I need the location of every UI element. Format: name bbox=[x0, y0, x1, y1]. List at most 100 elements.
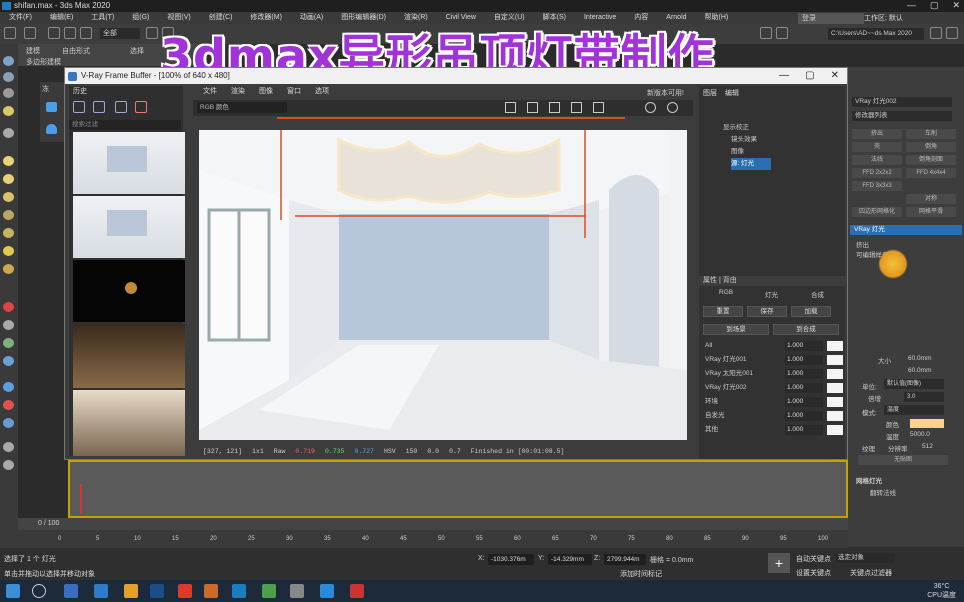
time-slider[interactable]: 0 / 100 bbox=[18, 518, 848, 530]
vfb-close-icon[interactable]: ✕ bbox=[831, 68, 839, 84]
compare-icon[interactable] bbox=[593, 102, 604, 113]
key-filters-button[interactable]: 关键点过滤器 bbox=[850, 568, 892, 578]
auto-key-button[interactable]: 自动关键点 bbox=[796, 554, 831, 564]
link-icon[interactable] bbox=[48, 27, 60, 39]
app-icon-red-2[interactable] bbox=[350, 584, 364, 598]
torus-icon[interactable] bbox=[3, 192, 14, 202]
mode-dropdown[interactable]: 温度 bbox=[884, 405, 944, 415]
mod-btn[interactable]: 倒角 bbox=[906, 142, 956, 152]
render-setup-icon[interactable] bbox=[930, 27, 942, 39]
load-button[interactable]: 加载 bbox=[791, 306, 831, 317]
layer-tree-item[interactable]: 图像 bbox=[731, 146, 867, 158]
undo-icon[interactable] bbox=[4, 27, 16, 39]
load-history-icon[interactable] bbox=[93, 101, 105, 113]
save-button[interactable]: 保存 bbox=[747, 306, 787, 317]
user-login-dropdown[interactable]: 登录 bbox=[798, 13, 864, 24]
ribbon-tab-freeform[interactable]: 自由形式 bbox=[62, 46, 90, 56]
render-teapot-icon[interactable] bbox=[645, 102, 656, 113]
light-mix-value[interactable]: 1.000 bbox=[785, 411, 823, 421]
globe-icon[interactable] bbox=[3, 382, 14, 392]
set-key-button[interactable]: 设置关键点 bbox=[796, 568, 831, 578]
history-thumbnail-3[interactable] bbox=[73, 260, 185, 322]
menu-edit[interactable]: 编辑(E) bbox=[41, 12, 82, 24]
render-icon[interactable] bbox=[946, 27, 958, 39]
create-icon[interactable] bbox=[3, 56, 14, 66]
systems-icon[interactable] bbox=[3, 356, 14, 366]
tab-layers[interactable]: 图层 bbox=[703, 88, 717, 98]
material-icon[interactable] bbox=[3, 400, 14, 410]
cylinder-icon[interactable] bbox=[3, 174, 14, 184]
box-icon[interactable] bbox=[3, 156, 14, 166]
multiplier-value[interactable]: 3.0 bbox=[904, 392, 944, 402]
vfb-menu-options[interactable]: 选项 bbox=[315, 86, 329, 98]
menu-tools[interactable]: 工具(T) bbox=[82, 12, 123, 24]
app-icon-blue[interactable] bbox=[320, 584, 334, 598]
interactive-render-icon[interactable] bbox=[667, 102, 678, 113]
particle-icon[interactable] bbox=[3, 302, 14, 312]
to-scene-button[interactable]: 到场景 bbox=[703, 324, 769, 335]
app-icon-red[interactable] bbox=[178, 584, 192, 598]
paint-icon[interactable] bbox=[3, 418, 14, 428]
light-mix-value[interactable]: 1.000 bbox=[785, 383, 823, 393]
edge-icon[interactable] bbox=[94, 584, 108, 598]
explorer-icon[interactable] bbox=[124, 584, 138, 598]
save-history-icon[interactable] bbox=[73, 101, 85, 113]
redo-icon[interactable] bbox=[24, 27, 36, 39]
light-mix-value[interactable]: 1.000 bbox=[785, 397, 823, 407]
light-icon[interactable] bbox=[3, 106, 14, 116]
mod-btn[interactable]: 四边形网格化 bbox=[852, 207, 902, 217]
zoom-ratio[interactable]: 1x1 bbox=[252, 446, 264, 458]
layer-tree-item[interactable]: 镜头效果 bbox=[731, 134, 867, 146]
app-icon-orange[interactable] bbox=[204, 584, 218, 598]
light-color-swatch[interactable] bbox=[910, 419, 944, 428]
compare-history-icon[interactable] bbox=[115, 101, 127, 113]
object-name-field[interactable]: VRay 灯光002 bbox=[852, 97, 952, 107]
light-mix-color[interactable] bbox=[827, 355, 843, 365]
task-view-icon[interactable] bbox=[64, 584, 78, 598]
mode-composite[interactable]: 合成 bbox=[811, 289, 824, 299]
temperature-value[interactable]: 5000.0 bbox=[910, 431, 930, 438]
mod-btn[interactable]: FFD 2x2x2 bbox=[852, 168, 902, 178]
key-filter-dropdown[interactable]: 选定对象 bbox=[836, 553, 894, 563]
vfb-minimize-icon[interactable]: — bbox=[779, 68, 789, 84]
app-icon-gray[interactable] bbox=[290, 584, 304, 598]
resolution-value[interactable]: 512 bbox=[922, 443, 933, 450]
sphere-icon[interactable] bbox=[3, 264, 14, 274]
update-available-link[interactable]: 新版本可用! bbox=[647, 88, 684, 98]
filter-icon[interactable] bbox=[46, 102, 57, 112]
help-icon[interactable] bbox=[3, 460, 14, 470]
vfb-maximize-icon[interactable]: ▢ bbox=[805, 68, 814, 84]
delete-history-icon[interactable] bbox=[135, 101, 147, 113]
sun-icon[interactable] bbox=[3, 246, 14, 256]
no-map-button[interactable]: 无贴图 bbox=[858, 455, 948, 465]
workspace-selector[interactable]: 工作区: 默认 bbox=[864, 13, 960, 24]
save-image-icon[interactable] bbox=[505, 102, 516, 113]
minimize-icon[interactable]: — bbox=[907, 0, 916, 12]
history-thumbnail-5[interactable] bbox=[73, 390, 185, 456]
flip-normals-option[interactable]: 翻转法线 bbox=[870, 487, 896, 497]
windows-start-icon[interactable] bbox=[6, 584, 20, 598]
size-value-2[interactable]: 60.0mm bbox=[908, 367, 931, 374]
track-mouse-icon[interactable] bbox=[571, 102, 582, 113]
cloud-icon[interactable] bbox=[3, 72, 14, 82]
ribbon-poly-modeling[interactable]: 多边形建模 bbox=[26, 57, 61, 67]
light-mix-color[interactable] bbox=[827, 397, 843, 407]
menu-file[interactable]: 文件(F) bbox=[0, 12, 41, 24]
light-mix-color[interactable] bbox=[827, 411, 843, 421]
history-thumbnail-2[interactable] bbox=[73, 196, 185, 258]
light-mix-color[interactable] bbox=[827, 425, 843, 435]
mod-btn[interactable]: 倒角剖面 bbox=[906, 155, 956, 165]
mod-btn[interactable]: 对称 bbox=[906, 194, 956, 204]
mod-btn[interactable]: FFD 3x3x3 bbox=[852, 181, 902, 191]
mod-btn[interactable]: 挤出 bbox=[852, 129, 902, 139]
modifier-list-dropdown[interactable]: 修改器列表 bbox=[852, 111, 952, 121]
stack-item[interactable]: 挤出 bbox=[856, 239, 869, 249]
light-mix-value[interactable]: 1.000 bbox=[785, 341, 823, 351]
modifier-stack-selected[interactable]: VRay 灯光 bbox=[850, 225, 962, 235]
menu-group[interactable]: 组(G) bbox=[123, 12, 158, 24]
layer-tree-item[interactable]: 显示校正 bbox=[723, 122, 859, 134]
light-mix-color[interactable] bbox=[827, 383, 843, 393]
search-icon[interactable] bbox=[32, 584, 46, 598]
reset-button[interactable]: 重置 bbox=[703, 306, 743, 317]
select-object-icon[interactable] bbox=[146, 27, 158, 39]
